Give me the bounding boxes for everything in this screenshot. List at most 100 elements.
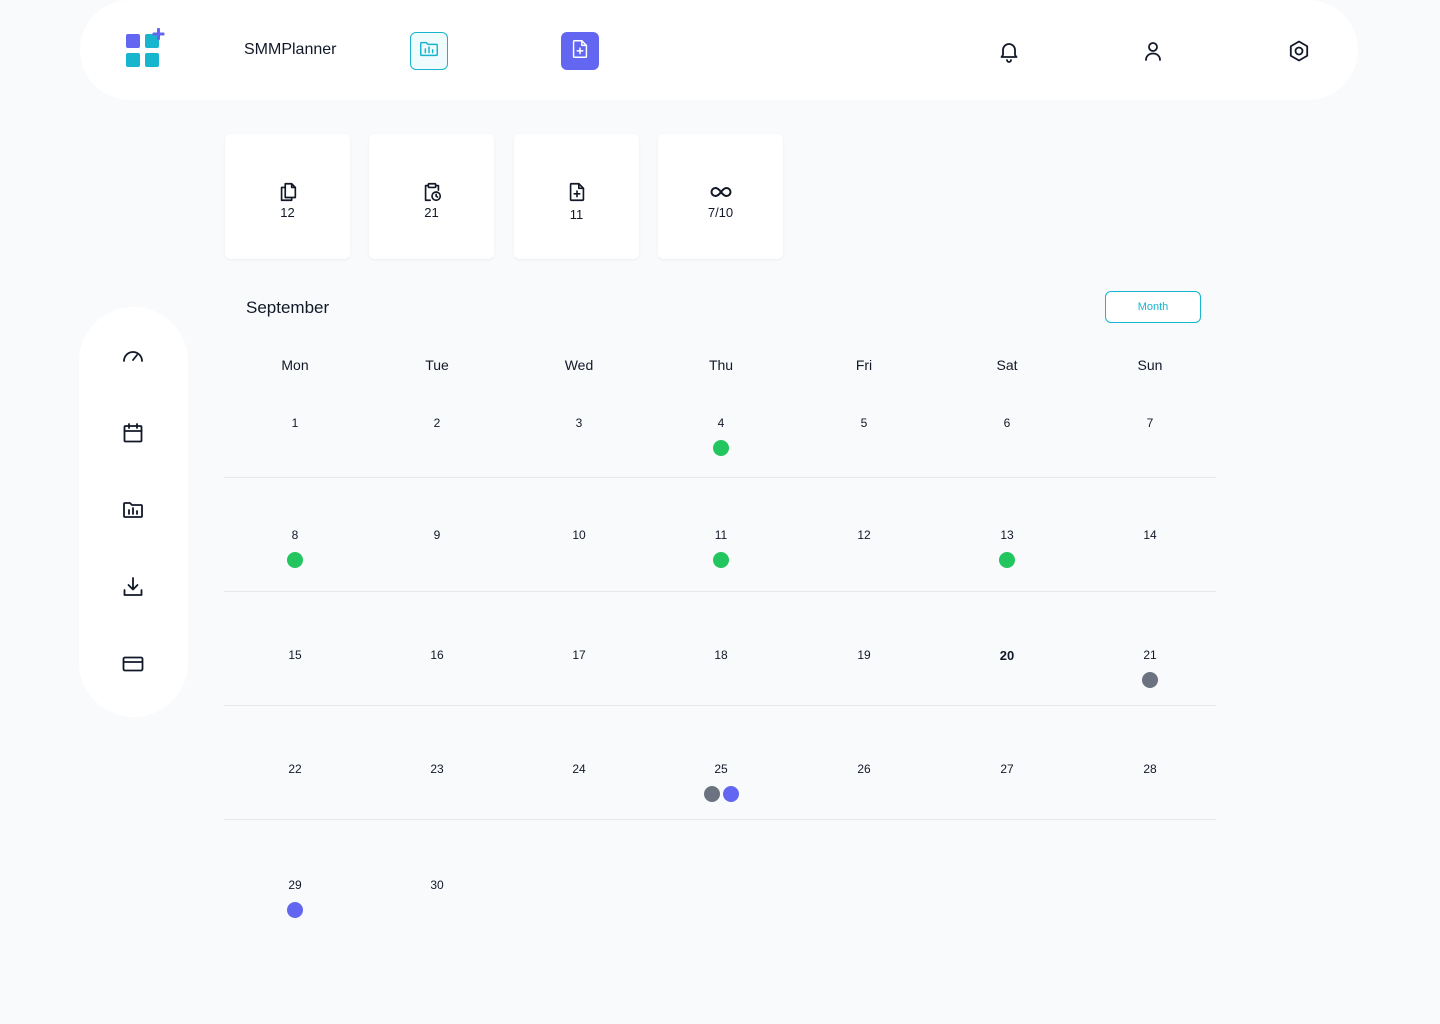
sidebar-item-reports[interactable]	[118, 497, 148, 527]
calendar-day[interactable]: 6	[936, 416, 1078, 476]
top-navigation-bar: SMMPlanner	[80, 0, 1358, 100]
sidebar-item-calendar[interactable]	[118, 420, 148, 450]
calendar-day[interactable]: 20	[936, 648, 1078, 708]
day-number: 25	[714, 762, 728, 776]
stat-card-drafts[interactable]: 11	[514, 134, 639, 259]
event-markers	[650, 440, 792, 456]
calendar-day[interactable]: 11	[650, 528, 792, 588]
calendar-day[interactable]: 26	[793, 762, 935, 822]
event-dot[interactable]	[999, 552, 1015, 568]
calendar-day[interactable]: 13	[936, 528, 1078, 588]
day-number: 21	[1143, 648, 1157, 662]
day-number: 29	[288, 878, 302, 892]
add-document-icon	[569, 38, 591, 65]
weekday-header: Mon	[281, 357, 309, 373]
reports-button[interactable]	[410, 32, 448, 70]
weekday-header: Sat	[996, 357, 1018, 373]
bell-icon[interactable]	[994, 36, 1024, 66]
calendar-day[interactable]: 22	[224, 762, 366, 822]
sidebar-item-downloads[interactable]	[118, 574, 148, 604]
event-dot[interactable]	[287, 552, 303, 568]
sidebar-item-dashboard[interactable]	[118, 343, 148, 373]
sidebar	[79, 307, 188, 717]
stat-card-scheduled[interactable]: 21	[369, 134, 494, 259]
dashboard-gauge-icon	[121, 344, 145, 373]
credit-card-icon	[121, 652, 145, 681]
day-number: 6	[1003, 416, 1011, 430]
calendar-day[interactable]: 2	[366, 416, 508, 476]
calendar-day[interactable]: 5	[793, 416, 935, 476]
calendar-day[interactable]: 3	[508, 416, 650, 476]
day-number: 11	[714, 528, 728, 542]
user-icon[interactable]	[1138, 36, 1168, 66]
calendar-day[interactable]: 8	[224, 528, 366, 588]
stat-value: 11	[569, 207, 584, 222]
calendar-day[interactable]: 29	[224, 878, 366, 938]
event-markers	[224, 902, 366, 918]
day-number: 28	[1143, 762, 1157, 776]
copy-documents-icon	[276, 180, 300, 204]
calendar-day[interactable]: 27	[936, 762, 1078, 822]
calendar-day[interactable]: 21	[1079, 648, 1221, 708]
day-number: 3	[575, 416, 583, 430]
week-divider	[224, 591, 1216, 592]
day-number: 26	[857, 762, 871, 776]
day-number: 17	[572, 648, 586, 662]
event-dot[interactable]	[722, 786, 739, 802]
add-document-icon	[565, 180, 589, 204]
calendar-day[interactable]: 16	[366, 648, 508, 708]
calendar-day[interactable]: 12	[793, 528, 935, 588]
day-number: 20	[999, 648, 1015, 663]
folder-chart-icon	[121, 498, 145, 527]
stat-card-limit[interactable]: 7/10	[658, 134, 783, 259]
calendar-day[interactable]: 19	[793, 648, 935, 708]
infinity-icon	[709, 180, 733, 204]
day-number: 4	[717, 416, 725, 430]
event-dot[interactable]	[703, 786, 720, 802]
event-markers	[1079, 672, 1221, 688]
calendar-day[interactable]: 15	[224, 648, 366, 708]
day-number: 7	[1146, 416, 1154, 430]
event-dot[interactable]	[287, 902, 303, 918]
stat-card-posts[interactable]: 12	[225, 134, 350, 259]
calendar-day[interactable]: 9	[366, 528, 508, 588]
calendar-day[interactable]: 17	[508, 648, 650, 708]
day-number: 24	[572, 762, 586, 776]
settings-icon[interactable]	[1284, 36, 1314, 66]
event-markers	[936, 552, 1078, 568]
sidebar-item-billing[interactable]	[118, 651, 148, 681]
calendar-day[interactable]: 1	[224, 416, 366, 476]
clipboard-clock-icon	[420, 180, 444, 204]
day-number: 8	[291, 528, 299, 542]
day-number: 12	[857, 528, 871, 542]
calendar-day[interactable]: 14	[1079, 528, 1221, 588]
day-number: 23	[430, 762, 444, 776]
logo-icon[interactable]	[126, 28, 166, 68]
calendar-day[interactable]: 23	[366, 762, 508, 822]
event-dot[interactable]	[713, 552, 729, 568]
day-number: 22	[288, 762, 302, 776]
calendar-day[interactable]: 24	[508, 762, 650, 822]
calendar-day[interactable]: 7	[1079, 416, 1221, 476]
event-markers	[650, 552, 792, 568]
calendar-day[interactable]: 4	[650, 416, 792, 476]
event-dot[interactable]	[713, 440, 729, 456]
weekday-header: Fri	[855, 357, 873, 373]
day-number: 27	[1000, 762, 1014, 776]
month-view-button[interactable]: Month	[1105, 291, 1201, 323]
folder-chart-icon	[418, 38, 440, 65]
calendar-day[interactable]: 18	[650, 648, 792, 708]
calendar-day[interactable]: 30	[366, 878, 508, 938]
calendar-day[interactable]: 10	[508, 528, 650, 588]
create-post-button[interactable]	[561, 32, 599, 70]
day-number: 10	[572, 528, 586, 542]
event-dot[interactable]	[1142, 672, 1158, 688]
day-number: 13	[1000, 528, 1014, 542]
calendar-day[interactable]: 28	[1079, 762, 1221, 822]
event-markers	[224, 552, 366, 568]
day-number: 1	[291, 416, 299, 430]
week-divider	[224, 477, 1216, 478]
day-number: 30	[430, 878, 444, 892]
weekday-header: Wed	[564, 357, 594, 373]
calendar-day[interactable]: 25	[650, 762, 792, 822]
